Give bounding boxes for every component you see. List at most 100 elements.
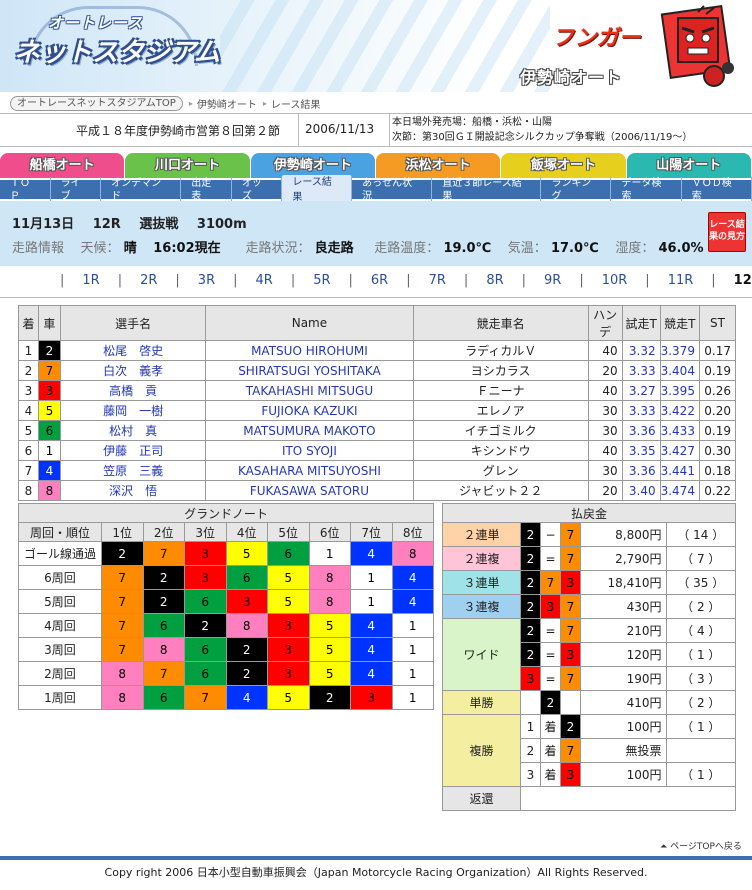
position-car: 6 (184, 637, 227, 662)
race-tab[interactable]: 11R (650, 273, 712, 288)
bet-type-label: ３連複 (442, 594, 521, 619)
results-guide-button[interactable]: レース結果の見方 (708, 212, 746, 252)
column-header: Name (205, 305, 414, 341)
column-header: 8位 (391, 522, 434, 542)
race-date: 11月13日 (12, 217, 75, 232)
payout-car: 2 (520, 618, 541, 643)
track-temp-value: 19.0℃ (443, 241, 492, 256)
race-tab[interactable]: 10R (584, 273, 646, 288)
lap-label: ゴール線通過 (18, 541, 102, 566)
payout-car: 3 (540, 594, 561, 619)
rider-name-link[interactable]: 高橋 貢 (59, 380, 207, 401)
subnav-item[interactable]: オンデマンド (101, 176, 182, 203)
race-tab[interactable]: 2R (122, 273, 175, 288)
subnav-item[interactable]: データ検索 (611, 176, 682, 203)
subnav-item[interactable]: 出走表 (181, 176, 232, 203)
payout-car: 2 (520, 570, 541, 595)
rider-roman-link[interactable]: ITO SYOJI (205, 440, 414, 461)
race-tab[interactable]: 4R (238, 273, 291, 288)
rider-roman-link[interactable]: MATSUMURA MAKOTO (205, 420, 414, 441)
rider-roman-link[interactable]: TAKAHASHI MITSUGU (205, 380, 414, 401)
position-car: 1 (391, 637, 434, 662)
bike-name: Ｆニーナ (412, 380, 589, 401)
air-temp-label: 気温： (507, 241, 547, 256)
subnav-item[interactable]: あっせん状況 (352, 176, 433, 203)
payout-amount: 210円 (580, 618, 667, 643)
position-car: 6 (184, 589, 227, 614)
track-tab[interactable]: 川口オート (125, 153, 250, 178)
position-car: 2 (142, 565, 185, 590)
table-row: 4周回 7 6 2 8 3 5 4 1 (18, 613, 434, 638)
track-tab[interactable]: 山陽オート (626, 153, 751, 178)
rider-name-link[interactable]: 松尾 啓史 (59, 340, 207, 361)
position-car: 5 (267, 565, 310, 590)
race-tab[interactable]: 12R (716, 273, 752, 288)
breadcrumb-home-link[interactable]: オートレースネットスタジアムTOP (10, 95, 183, 111)
subnav-item[interactable]: ＴＯＰ (0, 176, 51, 203)
position-car: 4 (350, 541, 393, 566)
table-row: 6 1 伊藤 正司 ITO SYOJI キシンドウ 40 3.35 3.427 0.30 (18, 440, 737, 461)
car-number: 5 (37, 400, 61, 421)
race-tab[interactable]: 1R (64, 273, 117, 288)
bike-name: イチゴミルク (412, 420, 589, 441)
handicap: 20 (587, 360, 623, 381)
rider-roman-link[interactable]: SHIRATSUGI YOSHITAKA (205, 360, 414, 381)
race-time: 3.474 (659, 480, 700, 501)
position-car: 7 (101, 613, 144, 638)
finish-position: 8 (18, 480, 39, 501)
position-car: 2 (225, 661, 268, 686)
rider-name-link[interactable]: 白次 義孝 (59, 360, 207, 381)
rider-roman-link[interactable]: MATSUO HIROHUMI (205, 340, 414, 361)
breadcrumb-track-link[interactable]: 伊勢崎オート (197, 96, 257, 111)
trial-time: 3.40 (621, 480, 661, 501)
subnav-item[interactable]: ライブ (51, 176, 102, 203)
rider-roman-link[interactable]: FUKASAWA SATORU (205, 480, 414, 501)
place-position: 2 (520, 738, 541, 763)
payout-car: 7 (540, 570, 561, 595)
page-top-link[interactable]: ⏶ ページTOPへ戻る (660, 839, 742, 852)
race-tab[interactable]: 8R (468, 273, 521, 288)
position-car: 8 (142, 637, 185, 662)
lap-label: 3周回 (18, 637, 102, 662)
site-logo[interactable]: オートレース ネットスタジアム (8, 6, 223, 70)
payout-amount: 100円 (580, 762, 667, 787)
rider-name-link[interactable]: 深沢 悟 (59, 480, 207, 501)
payout-car: 2 (520, 546, 541, 571)
table-row: 4 5 藤岡 一樹 FUJIOKA KAZUKI エレノア 30 3.33 3.422 0.20 (18, 400, 737, 421)
track-tab[interactable]: 船橋オート (0, 153, 125, 178)
subnav-item[interactable]: ＶＯＤ検索 (682, 176, 752, 203)
table-row: 2周回 8 7 6 2 3 5 4 1 (18, 661, 434, 686)
race-tab[interactable]: 3R (180, 273, 233, 288)
race-tab[interactable]: 5R (295, 273, 348, 288)
rider-name-link[interactable]: 松村 真 (59, 420, 207, 441)
race-tab[interactable]: 7R (411, 273, 464, 288)
rider-roman-link[interactable]: KASAHARA MITSUYOSHI (205, 460, 414, 481)
weather-label: 天候： (80, 241, 120, 256)
table-row: 2 7 白次 義孝 SHIRATSUGI YOSHITAKA ヨシカラス 20 3.33 3.… (18, 360, 737, 381)
race-tab[interactable]: 9R (526, 273, 579, 288)
subnav-item[interactable]: レース結果 (282, 174, 353, 205)
subnav-item[interactable]: 直近３節レース結果 (432, 176, 542, 203)
place-suffix: 着 (540, 714, 561, 739)
car-number: 1 (37, 440, 61, 461)
payout-car: 2 (520, 642, 541, 667)
rider-name-link[interactable]: 伊藤 正司 (59, 440, 207, 461)
rider-name-link[interactable]: 笠原 三義 (59, 460, 207, 481)
subnav-item[interactable]: オッズ (232, 176, 283, 203)
position-car: 2 (225, 637, 268, 662)
payout-row: 複勝 1 着 2 100円（ 1 ） (442, 714, 737, 787)
race-tab[interactable]: 6R (353, 273, 406, 288)
subnav-item[interactable]: ランキング (541, 176, 612, 203)
table-row: 8 8 深沢 悟 FUKASAWA SATORU ジャビット２２ 20 3.40 3.474 0… (18, 480, 737, 501)
lap-label: 6周回 (18, 565, 102, 590)
divider (389, 114, 390, 147)
rider-roman-link[interactable]: FUJIOKA KAZUKI (205, 400, 414, 421)
rider-name-link[interactable]: 藤岡 一樹 (59, 400, 207, 421)
separator: = (540, 666, 561, 691)
position-car: 3 (184, 565, 227, 590)
weather-value: 晴 (123, 241, 137, 256)
track-tab[interactable]: 飯塚オート (501, 153, 626, 178)
position-car: 7 (142, 541, 185, 566)
header-stripes (220, 0, 550, 92)
track-tab[interactable]: 浜松オート (375, 153, 501, 178)
